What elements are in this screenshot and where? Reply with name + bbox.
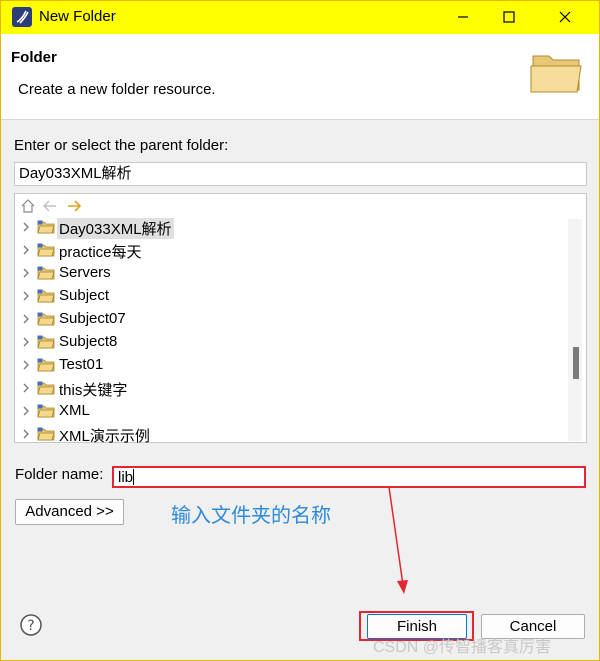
help-icon[interactable]: ? [19,613,43,637]
tree-item[interactable]: Day033XML解析 [15,216,555,239]
folder-name-value: lib [118,469,134,486]
text-cursor [133,469,135,485]
close-icon [559,11,571,23]
eclipse-app-icon [12,7,32,27]
tree-item[interactable]: Test01 [15,354,555,377]
folder-tree[interactable]: Day033XML解析 practice每天 Servers Subject Subje… [14,193,587,446]
project-folder-icon [37,404,55,418]
project-folder-icon [37,220,55,234]
tree-item-label: XML [59,402,90,419]
project-folder-icon [37,243,55,257]
svg-text:?: ? [27,618,34,634]
tree-item-label: this关键字 [59,382,128,399]
annotation-text: 输入文件夹的名称 [171,505,331,527]
banner-title: Folder [11,49,57,66]
tree-item-label: practice每天 [59,244,142,261]
tree-item[interactable]: this关键字 [15,377,555,400]
maximize-icon [503,11,515,23]
project-folder-icon [37,427,55,441]
tree-item-label: Subject07 [59,310,126,327]
tree-item[interactable]: Subject8 [15,331,555,354]
title-bar: New Folder [1,1,599,34]
back-arrow-icon[interactable] [43,200,57,212]
scrollbar-thumb[interactable] [573,347,579,379]
tree-item-label: Day033XML解析 [57,218,174,239]
project-folder-icon [37,266,55,280]
home-icon[interactable] [21,199,35,213]
tree-item-label: Subject [59,287,110,304]
parent-folder-prompt: Enter or select the parent folder: [14,137,229,154]
watermark: CSDN @传智播客真厉害 [373,639,552,656]
wizard-banner: Folder Create a new folder resource. [1,34,599,120]
tree-item[interactable]: Subject [15,285,555,308]
project-folder-icon [37,358,55,372]
tree-item-label: Test01 [59,356,104,373]
parent-folder-input[interactable]: Day033XML解析 [14,162,587,186]
folder-wizard-icon [530,55,582,93]
chevron-right-icon[interactable] [22,336,30,348]
tree-item-label: XML演示示例 [59,428,150,445]
tree-item[interactable]: XML [15,400,555,423]
tree-item[interactable]: XML演示示例 [15,423,555,446]
close-button[interactable] [542,1,588,34]
maximize-button[interactable] [486,1,532,34]
project-folder-icon [37,381,55,395]
minimize-button[interactable] [440,1,486,34]
chevron-right-icon[interactable] [22,313,30,325]
chevron-right-icon[interactable] [22,405,30,417]
tree-item[interactable]: practice每天 [15,239,555,262]
tree-item-label: Subject8 [59,333,118,350]
forward-arrow-icon[interactable] [67,200,81,212]
new-folder-dialog: New Folder Folder Create a new folder re… [0,0,600,661]
project-folder-icon [37,335,55,349]
folder-name-input[interactable]: lib [112,466,586,488]
tree-scrollbar[interactable] [568,219,582,441]
chevron-right-icon[interactable] [22,290,30,302]
window-title: New Folder [39,8,116,25]
chevron-right-icon[interactable] [22,382,30,394]
chevron-right-icon[interactable] [22,359,30,371]
project-folder-icon [37,312,55,326]
chevron-right-icon[interactable] [22,428,30,440]
project-folder-icon [37,289,55,303]
tree-item[interactable]: Servers [15,262,555,285]
advanced-button[interactable]: Advanced >> [15,499,124,525]
chevron-right-icon[interactable] [22,267,30,279]
tree-item-label: Servers [59,264,111,281]
annotation-arrow [388,486,408,594]
banner-description: Create a new folder resource. [18,81,216,98]
chevron-right-icon[interactable] [22,221,30,233]
minimize-icon [458,16,468,18]
folder-name-label: Folder name: [15,466,104,483]
tree-item[interactable]: Subject07 [15,308,555,331]
chevron-right-icon[interactable] [22,244,30,256]
